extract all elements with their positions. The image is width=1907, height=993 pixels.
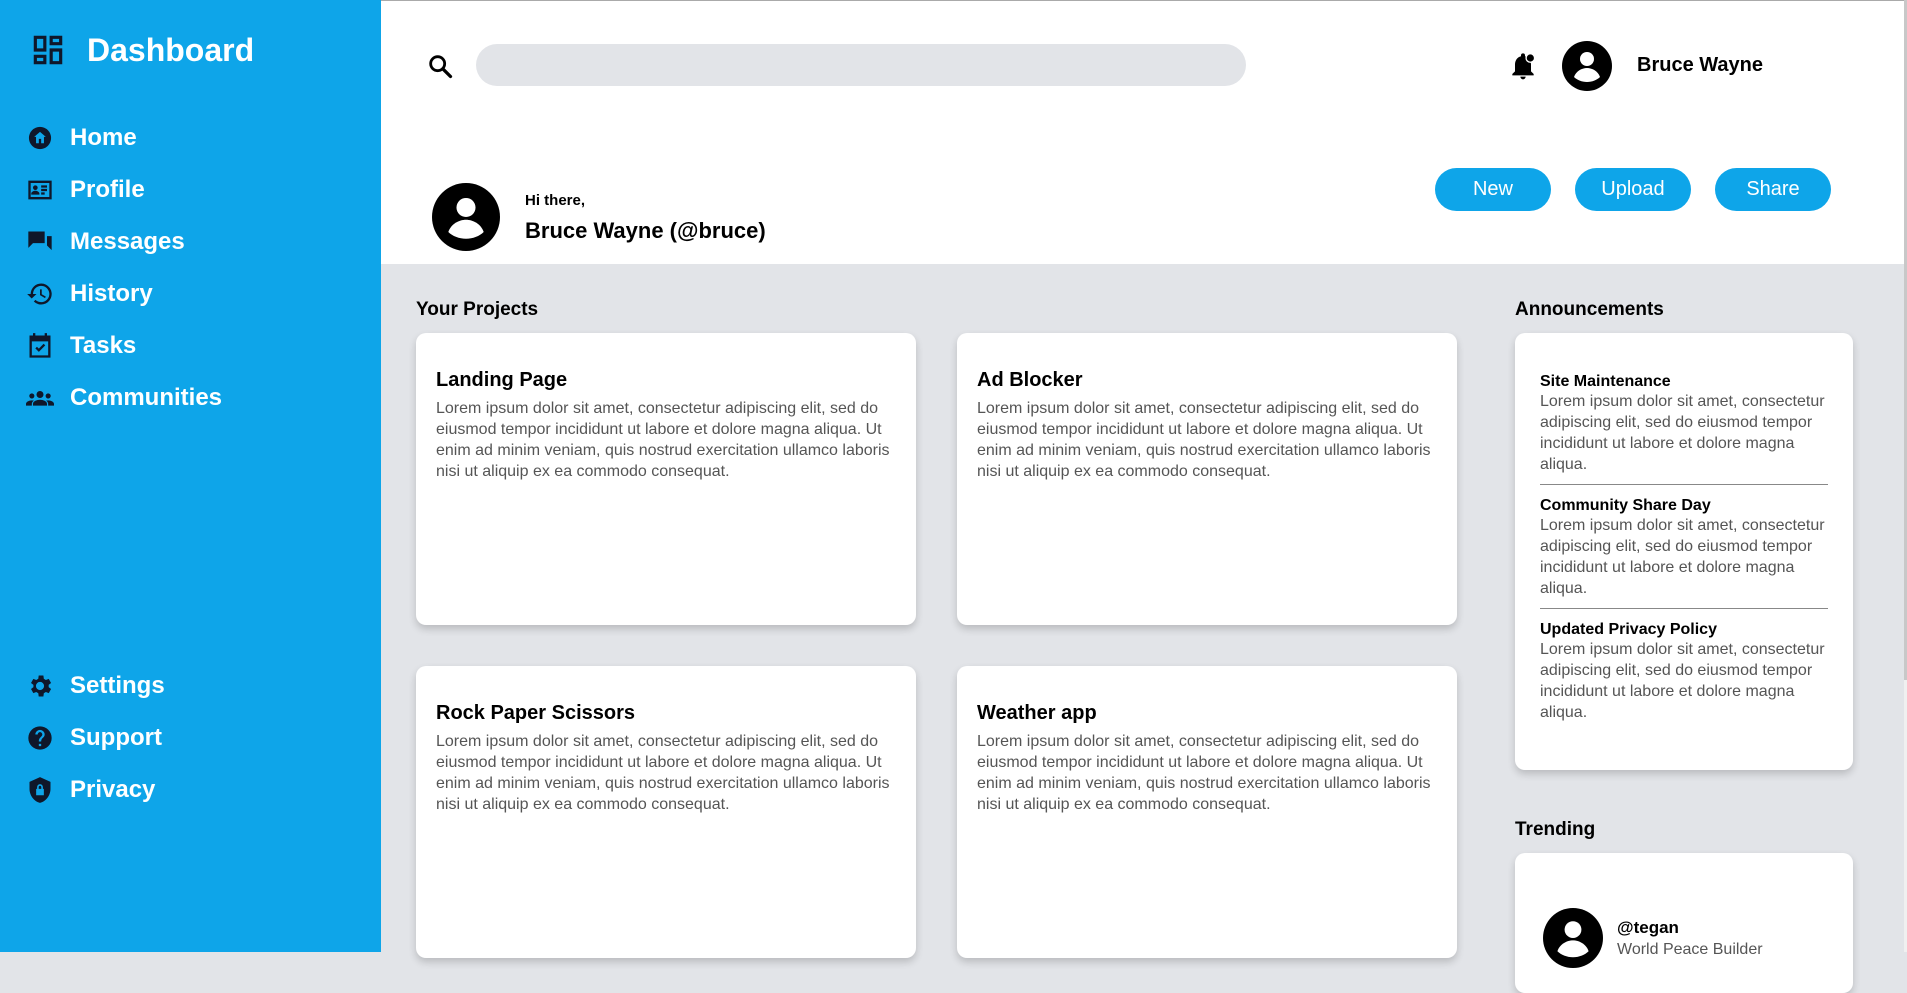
nav-item-tasks[interactable]: Tasks	[26, 320, 222, 372]
nav-item-label: History	[70, 280, 153, 307]
announcement-title: Community Share Day	[1540, 497, 1711, 514]
trending-subtitle: World Peace Builder	[1617, 941, 1763, 958]
project-description: Lorem ipsum dolor sit amet, consectetur …	[436, 733, 890, 813]
announcement-body: Lorem ipsum dolor sit amet, consectetur …	[1540, 641, 1825, 721]
new-button[interactable]: New	[1435, 168, 1551, 211]
project-card[interactable]: Weather app Lorem ipsum dolor sit amet, …	[957, 666, 1457, 958]
nav-item-label: Settings	[70, 672, 165, 699]
avatar[interactable]	[1562, 41, 1612, 91]
profile-display-name: Bruce Wayne (@bruce)	[525, 218, 766, 243]
search-input[interactable]	[476, 44, 1246, 86]
announcement-item[interactable]: Site Maintenance Lorem ipsum dolor sit a…	[1540, 373, 1828, 485]
announcement-body: Lorem ipsum dolor sit amet, consectetur …	[1540, 393, 1825, 473]
project-card[interactable]: Landing Page Lorem ipsum dolor sit amet,…	[416, 333, 916, 625]
nav-item-label: Tasks	[70, 332, 137, 359]
nav-item-home[interactable]: Home	[26, 112, 222, 164]
project-description: Lorem ipsum dolor sit amet, consectetur …	[977, 400, 1431, 480]
main-nav: Home Profile Messages History Tasks Comm…	[26, 112, 222, 424]
project-title: Ad Blocker	[977, 369, 1083, 391]
announcement-title: Updated Privacy Policy	[1540, 621, 1717, 638]
project-description: Lorem ipsum dolor sit amet, consectetur …	[436, 400, 890, 480]
announcement-body: Lorem ipsum dolor sit amet, consectetur …	[1540, 517, 1825, 597]
project-description: Lorem ipsum dolor sit amet, consectetur …	[977, 733, 1431, 813]
sidebar: Dashboard Home Profile Messages History …	[0, 0, 381, 952]
announcement-title: Site Maintenance	[1540, 373, 1671, 390]
nav-item-label: Communities	[70, 384, 223, 411]
id-card-icon	[26, 176, 54, 204]
brand[interactable]: Dashboard	[29, 30, 254, 70]
profile-avatar	[432, 183, 500, 251]
greeting: Hi there,	[525, 192, 586, 209]
projects-section-title: Your Projects	[416, 299, 539, 320]
help-icon	[26, 724, 54, 752]
brand-title: Dashboard	[87, 31, 255, 68]
notification-bell-icon[interactable]	[1507, 50, 1539, 82]
nav-item-support[interactable]: Support	[26, 712, 165, 764]
nav-item-label: Messages	[70, 228, 185, 255]
nav-item-profile[interactable]: Profile	[26, 164, 222, 216]
project-card[interactable]: Ad Blocker Lorem ipsum dolor sit amet, c…	[957, 333, 1457, 625]
announcements-section-title: Announcements	[1515, 299, 1664, 320]
share-button[interactable]: Share	[1715, 168, 1831, 211]
nav-item-history[interactable]: History	[26, 268, 222, 320]
nav-item-communities[interactable]: Communities	[26, 372, 222, 424]
people-icon	[26, 384, 54, 412]
header-user-name[interactable]: Bruce Wayne	[1637, 54, 1763, 77]
nav-item-label: Home	[70, 124, 137, 151]
upload-button[interactable]: Upload	[1575, 168, 1691, 211]
calendar-check-icon	[26, 332, 54, 360]
announcement-item[interactable]: Updated Privacy Policy Lorem ipsum dolor…	[1540, 621, 1828, 732]
history-icon	[26, 280, 54, 308]
home-icon	[26, 124, 54, 152]
trending-card: @tegan World Peace Builder	[1515, 853, 1853, 993]
project-title: Rock Paper Scissors	[436, 702, 635, 724]
shield-lock-icon	[26, 776, 54, 804]
trending-section-title: Trending	[1515, 819, 1596, 840]
nav-item-label: Profile	[70, 176, 145, 203]
dashboard-icon	[33, 35, 63, 65]
announcement-item[interactable]: Community Share Day Lorem ipsum dolor si…	[1540, 497, 1828, 609]
project-title: Weather app	[977, 702, 1097, 724]
trending-handle: @tegan	[1617, 918, 1679, 937]
gear-icon	[26, 672, 54, 700]
avatar	[1543, 908, 1603, 968]
secondary-nav: Settings Support Privacy	[26, 660, 165, 816]
nav-item-label: Privacy	[70, 776, 156, 803]
announcements-card: Site Maintenance Lorem ipsum dolor sit a…	[1515, 333, 1853, 770]
nav-item-settings[interactable]: Settings	[26, 660, 165, 712]
nav-item-messages[interactable]: Messages	[26, 216, 222, 268]
chat-icon	[26, 228, 54, 256]
project-title: Landing Page	[436, 369, 568, 391]
project-card[interactable]: Rock Paper Scissors Lorem ipsum dolor si…	[416, 666, 916, 958]
nav-item-label: Support	[70, 724, 162, 751]
nav-item-privacy[interactable]: Privacy	[26, 764, 165, 816]
search-icon[interactable]	[426, 52, 454, 80]
